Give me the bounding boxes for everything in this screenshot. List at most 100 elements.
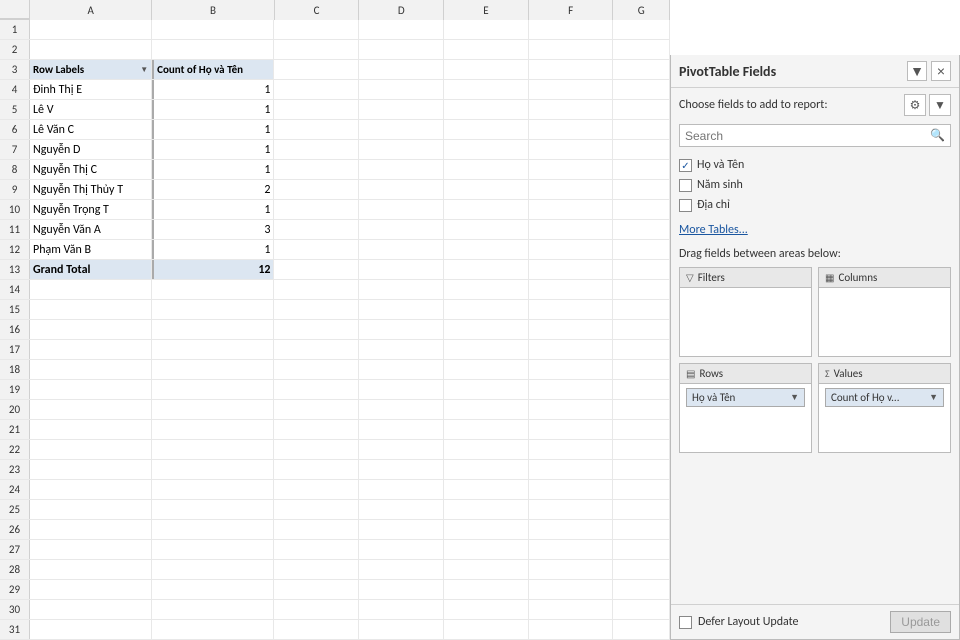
pivot-label[interactable]: Nguyễn Thị C	[30, 160, 152, 179]
values-item-dropdown-icon[interactable]: ▼	[929, 392, 938, 403]
cell[interactable]	[274, 80, 359, 99]
defer-checkbox[interactable]	[679, 616, 692, 629]
cell[interactable]	[529, 180, 614, 199]
field-checkbox-nam-sinh[interactable]	[679, 179, 692, 192]
pivot-header-count[interactable]: Count of Họ và Tên	[152, 60, 274, 79]
pivot-value[interactable]: 1	[152, 200, 274, 219]
cell[interactable]	[274, 220, 359, 239]
cell[interactable]	[359, 200, 444, 219]
cell[interactable]	[274, 240, 359, 259]
cell[interactable]	[529, 260, 614, 279]
field-checkbox-ho-va-ten[interactable]: ✓	[679, 159, 692, 172]
cell[interactable]	[444, 200, 529, 219]
pivot-label[interactable]: Nguyễn Trọng T	[30, 200, 152, 219]
cell[interactable]	[613, 60, 670, 79]
cell[interactable]	[444, 40, 529, 59]
cell[interactable]	[529, 120, 614, 139]
cell[interactable]	[529, 20, 614, 39]
pivot-label[interactable]: Lê Văn C	[30, 120, 152, 139]
cell[interactable]	[359, 180, 444, 199]
update-button[interactable]: Update	[890, 611, 951, 633]
cell[interactable]	[613, 180, 670, 199]
pivot-label[interactable]: Nguyễn Văn A	[30, 220, 152, 239]
cell[interactable]	[274, 200, 359, 219]
pivot-label[interactable]: Đinh Thị E	[30, 80, 152, 99]
columns-content[interactable]	[819, 288, 950, 348]
row-labels-dropdown-icon[interactable]: ▼	[140, 65, 148, 75]
cell[interactable]	[444, 180, 529, 199]
cell[interactable]	[529, 140, 614, 159]
cell[interactable]	[444, 20, 529, 39]
search-box[interactable]: 🔍	[679, 124, 951, 147]
cell[interactable]	[274, 120, 359, 139]
cell[interactable]	[613, 200, 670, 219]
cell[interactable]	[152, 20, 274, 39]
cell[interactable]	[359, 80, 444, 99]
cell[interactable]	[274, 160, 359, 179]
pivot-label[interactable]: Nguyễn D	[30, 140, 152, 159]
cell[interactable]	[359, 40, 444, 59]
settings-dropdown-button[interactable]: ▼	[929, 94, 951, 116]
more-tables-link[interactable]: More Tables...	[671, 219, 959, 241]
rows-content[interactable]: Họ và Tên ▼	[680, 384, 811, 444]
search-input[interactable]	[680, 126, 925, 146]
cell[interactable]	[613, 20, 670, 39]
field-checkbox-dia-chi[interactable]	[679, 199, 692, 212]
cell[interactable]	[359, 60, 444, 79]
cell[interactable]	[529, 160, 614, 179]
cell[interactable]	[274, 20, 359, 39]
cell[interactable]	[529, 100, 614, 119]
cell[interactable]	[359, 160, 444, 179]
cell[interactable]	[359, 260, 444, 279]
cell[interactable]	[359, 140, 444, 159]
cell[interactable]	[444, 120, 529, 139]
pivot-label[interactable]: Nguyễn Thị Thủy T	[30, 180, 152, 199]
values-content[interactable]: Count of Họ v... ▼	[819, 384, 950, 444]
cell[interactable]	[529, 60, 614, 79]
cell[interactable]	[613, 160, 670, 179]
cell[interactable]	[359, 20, 444, 39]
pivot-value[interactable]: 3	[152, 220, 274, 239]
cell[interactable]	[613, 140, 670, 159]
pivot-header-label[interactable]: Row Labels ▼	[30, 60, 152, 79]
pivot-label[interactable]: Lê V	[30, 100, 152, 119]
cell[interactable]	[613, 40, 670, 59]
values-area-item[interactable]: Count of Họ v... ▼	[825, 388, 944, 407]
pivot-value[interactable]: 1	[152, 160, 274, 179]
cell[interactable]	[444, 240, 529, 259]
pivot-value[interactable]: 1	[152, 100, 274, 119]
cell[interactable]	[30, 20, 152, 39]
filters-content[interactable]	[680, 288, 811, 348]
rows-item-dropdown-icon[interactable]: ▼	[790, 392, 799, 403]
cell[interactable]	[613, 80, 670, 99]
cell[interactable]	[30, 40, 152, 59]
cell[interactable]	[529, 200, 614, 219]
cell[interactable]	[613, 260, 670, 279]
cell[interactable]	[444, 140, 529, 159]
cell[interactable]	[274, 260, 359, 279]
cell[interactable]	[613, 240, 670, 259]
pivot-value[interactable]: 1	[152, 120, 274, 139]
cell[interactable]	[444, 100, 529, 119]
cell[interactable]	[274, 60, 359, 79]
cell[interactable]	[444, 220, 529, 239]
cell[interactable]	[359, 240, 444, 259]
cell[interactable]	[359, 120, 444, 139]
cell[interactable]	[444, 160, 529, 179]
cell[interactable]	[529, 40, 614, 59]
cell[interactable]	[613, 100, 670, 119]
cell[interactable]	[613, 120, 670, 139]
cell[interactable]	[152, 40, 274, 59]
cell[interactable]	[529, 80, 614, 99]
cell[interactable]	[359, 220, 444, 239]
pivot-value[interactable]: 1	[152, 140, 274, 159]
pivot-value[interactable]: 1	[152, 80, 274, 99]
pivot-value[interactable]: 2	[152, 180, 274, 199]
cell[interactable]	[613, 220, 670, 239]
cell[interactable]	[274, 100, 359, 119]
cell[interactable]	[444, 80, 529, 99]
grand-total-label[interactable]: Grand Total	[30, 260, 152, 279]
cell[interactable]	[274, 40, 359, 59]
rows-area-item[interactable]: Họ và Tên ▼	[686, 388, 805, 407]
cell[interactable]	[359, 100, 444, 119]
